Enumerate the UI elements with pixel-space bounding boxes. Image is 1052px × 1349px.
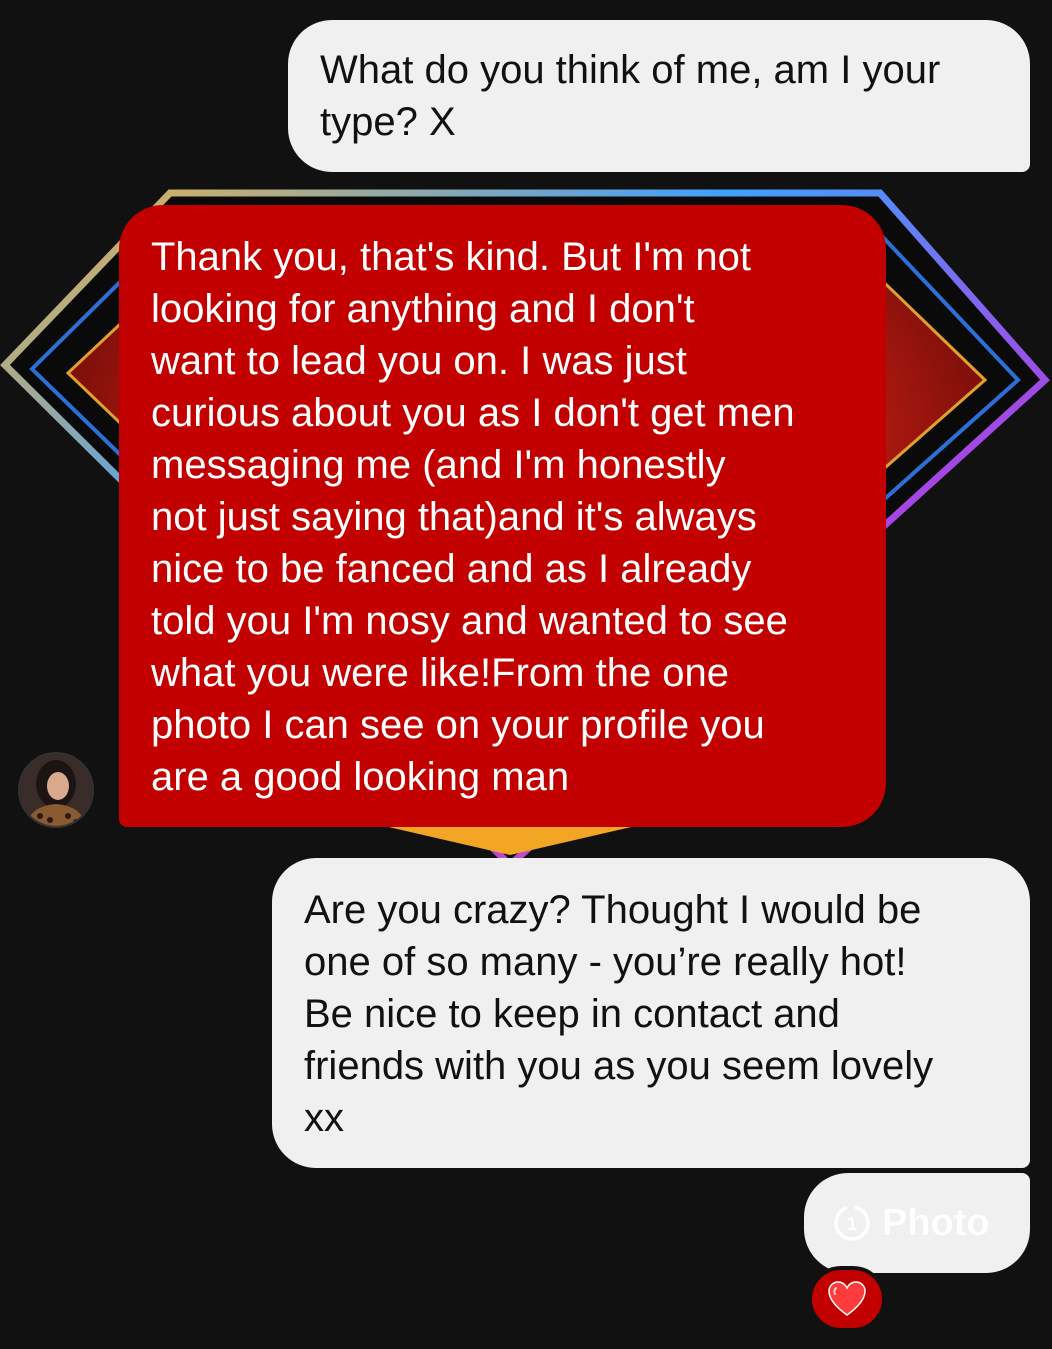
heart-icon: [828, 1281, 866, 1316]
contact-avatar[interactable]: [18, 752, 94, 828]
heart-reaction[interactable]: [808, 1266, 886, 1332]
avatar-image: [20, 754, 92, 826]
photo-label: Photo: [882, 1202, 990, 1244]
message-bubble-outgoing[interactable]: Are you crazy? Thought I would be one of…: [272, 858, 1030, 1168]
svg-text:1: 1: [847, 1214, 857, 1234]
message-bubble-outgoing[interactable]: What do you think of me, am I your type?…: [288, 20, 1030, 172]
message-bubble-incoming[interactable]: Thank you, that's kind. But I'm not look…: [119, 205, 886, 827]
view-once-icon: 1: [834, 1205, 870, 1241]
photo-message-bubble[interactable]: 1 Photo: [804, 1173, 1030, 1273]
